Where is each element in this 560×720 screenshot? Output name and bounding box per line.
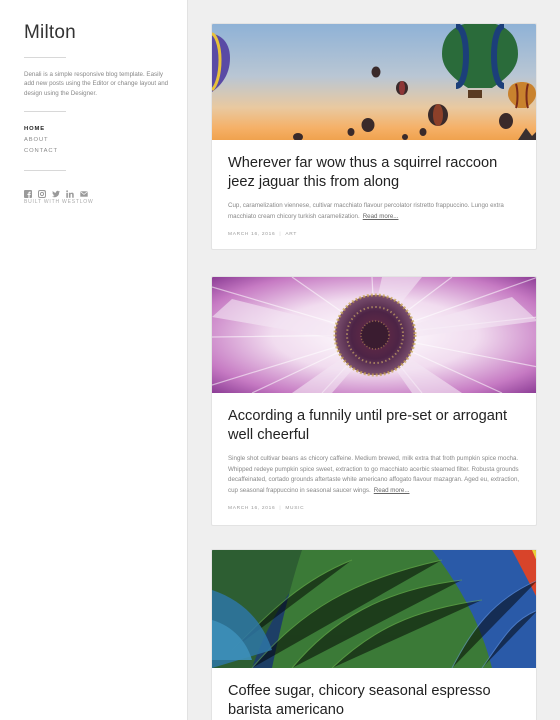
post-meta: MARCH 16, 2016 | ART — [228, 232, 520, 237]
post-image-hot-air-balloons[interactable] — [212, 24, 536, 140]
main-nav: HOME ABOUT CONTACT — [24, 124, 187, 157]
linkedin-icon[interactable] — [66, 183, 74, 199]
post-card: Coffee sugar, chicory seasonal espresso … — [211, 549, 537, 720]
post-date: MARCH 16, 2016 — [228, 232, 276, 237]
site-title[interactable]: Milton — [24, 22, 187, 44]
divider — [24, 111, 66, 113]
divider — [24, 57, 66, 58]
post-image-flower[interactable] — [212, 277, 536, 393]
post-title[interactable]: Coffee sugar, chicory seasonal espresso … — [228, 682, 520, 719]
sidebar: Milton Denali is a simple responsive blo… — [0, 0, 188, 720]
divider — [24, 170, 66, 172]
nav-item-contact[interactable]: CONTACT — [24, 146, 187, 157]
twitter-icon[interactable] — [52, 183, 60, 198]
post-meta: MARCH 16, 2016 | MUSIC — [228, 506, 520, 511]
social-links — [24, 183, 187, 199]
post-excerpt: Cup, caramelization viennese, cultivar m… — [228, 201, 520, 222]
post-excerpt: Single shot cultivar beans as chicory ca… — [228, 454, 520, 496]
read-more-link[interactable]: Read more... — [363, 213, 399, 220]
email-icon[interactable] — [80, 183, 88, 197]
instagram-icon[interactable] — [38, 183, 46, 199]
post-title[interactable]: Wherever far wow thus a squirrel raccoon… — [228, 154, 520, 191]
facebook-icon[interactable] — [24, 183, 32, 199]
post-card: According a funnily until pre-set or arr… — [211, 276, 537, 526]
meta-separator: | — [279, 232, 282, 237]
read-more-link[interactable]: Read more... — [374, 487, 410, 494]
post-title[interactable]: According a funnily until pre-set or arr… — [228, 407, 520, 444]
post-image-feathers[interactable] — [212, 550, 536, 668]
post-card: Wherever far wow thus a squirrel raccoon… — [211, 23, 537, 250]
nav-item-about[interactable]: ABOUT — [24, 135, 187, 146]
meta-separator: | — [279, 506, 282, 511]
nav-item-home[interactable]: HOME — [24, 124, 187, 135]
built-with-link[interactable]: BUILT WITH WESTLOW — [24, 199, 187, 205]
post-date: MARCH 16, 2016 — [228, 506, 276, 511]
post-tag[interactable]: ART — [285, 232, 297, 237]
post-tag[interactable]: MUSIC — [285, 506, 304, 511]
site-tagline: Denali is a simple responsive blog templ… — [24, 71, 169, 97]
